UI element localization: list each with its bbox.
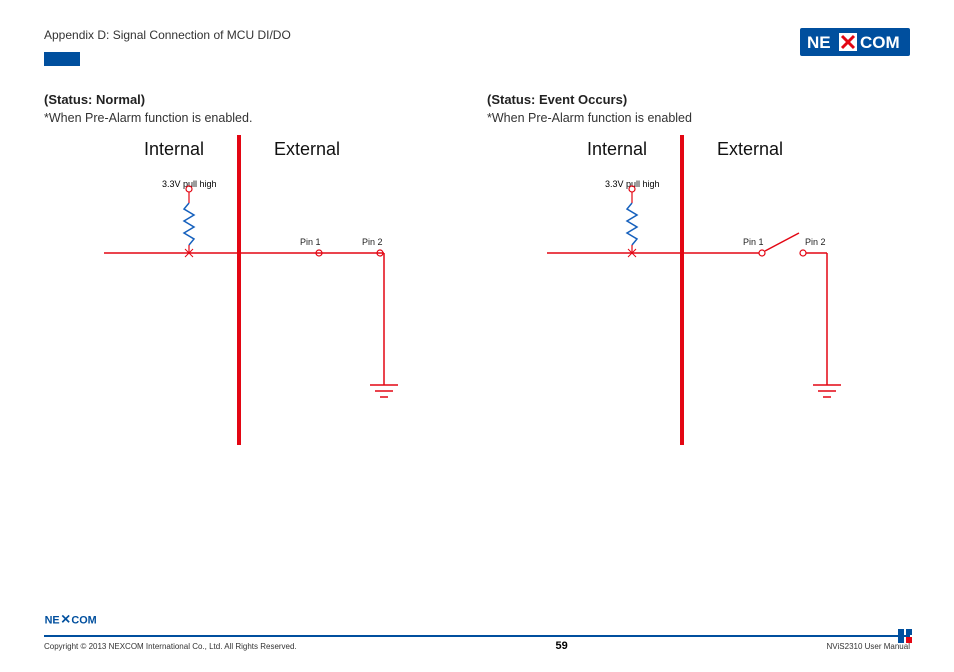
header: Appendix D: Signal Connection of MCU DI/…	[44, 28, 910, 66]
footer-badge-icon	[898, 629, 912, 643]
footer-page: 59	[555, 640, 567, 652]
pullup-node	[629, 186, 635, 192]
ground-icon	[813, 385, 841, 397]
footer-copyright: Copyright © 2013 NEXCOM International Co…	[44, 642, 297, 651]
column-event: (Status: Event Occurs) *When Pre-Alarm f…	[487, 92, 910, 465]
circuit-normal	[44, 135, 474, 465]
note-normal: *When Pre-Alarm function is enabled.	[44, 111, 467, 125]
note-event: *When Pre-Alarm function is enabled	[487, 111, 910, 125]
svg-text:COM: COM	[860, 33, 900, 52]
resistor-icon	[627, 203, 637, 245]
footer-rule	[44, 635, 910, 637]
diagram-event: Internal External 3.3V pull high Pin 1 P…	[487, 135, 910, 465]
switch-open-arm	[765, 233, 799, 251]
svg-text:COM: COM	[71, 614, 96, 626]
svg-text:NE: NE	[807, 33, 831, 52]
pin1-node	[759, 250, 765, 256]
header-blue-bar	[44, 52, 80, 66]
footer-logo: NE COM	[44, 612, 108, 628]
header-left: Appendix D: Signal Connection of MCU DI/…	[44, 28, 291, 66]
pullup-node	[186, 186, 192, 192]
footer: NE COM Copyright © 2013 NEXCOM Internati…	[44, 612, 910, 652]
nexcom-logo: NE COM	[800, 28, 910, 56]
body: (Status: Normal) *When Pre-Alarm functio…	[44, 92, 910, 465]
appendix-title: Appendix D: Signal Connection of MCU DI/…	[44, 28, 291, 42]
resistor-icon	[184, 203, 194, 245]
svg-text:NE: NE	[45, 614, 60, 626]
status-event: (Status: Event Occurs)	[487, 92, 910, 107]
circuit-event	[487, 135, 917, 465]
pin2-node	[800, 250, 806, 256]
ground-icon	[370, 385, 398, 397]
column-normal: (Status: Normal) *When Pre-Alarm functio…	[44, 92, 467, 465]
diagram-normal: Internal External 3.3V pull high Pin 1 P…	[44, 135, 467, 465]
status-normal: (Status: Normal)	[44, 92, 467, 107]
